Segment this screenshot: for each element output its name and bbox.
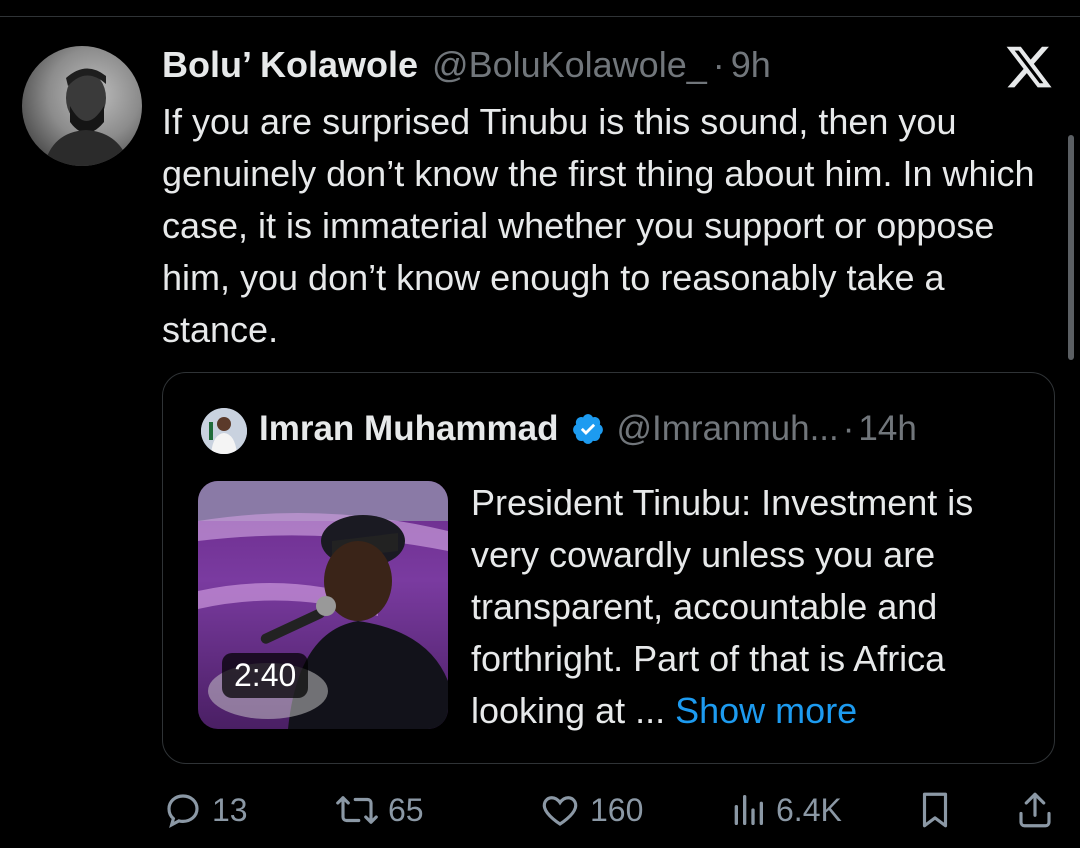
quoted-author-handle[interactable]: @Imranmuh... (617, 409, 839, 449)
repost-icon (336, 796, 378, 824)
separator-dot: · (842, 409, 855, 448)
show-more-link[interactable]: Show more (675, 690, 857, 731)
video-duration: 2:40 (222, 653, 309, 698)
reply-count: 13 (212, 791, 248, 828)
author-avatar[interactable] (22, 46, 142, 166)
like-count: 160 (590, 791, 644, 828)
quoted-tweet-card[interactable]: Imran Muhammad @Imranmuh... · 14h 2:40 P… (162, 372, 1055, 764)
top-divider (0, 16, 1080, 17)
quoted-author-name[interactable]: Imran Muhammad (259, 409, 559, 449)
verified-badge-icon (572, 414, 603, 444)
reply-button[interactable]: 13 (162, 786, 248, 834)
scrollbar[interactable] (1068, 135, 1074, 360)
share-button[interactable] (1014, 786, 1056, 834)
like-icon (542, 796, 578, 826)
x-logo-icon (1006, 46, 1052, 88)
views-icon (734, 795, 763, 825)
bookmark-button[interactable] (914, 786, 956, 834)
quoted-tweet-time[interactable]: 14h (858, 409, 916, 449)
views-count: 6.4K (776, 791, 842, 828)
repost-count: 65 (388, 791, 424, 828)
reply-icon (167, 794, 199, 829)
tweet-time[interactable]: 9h (731, 44, 771, 86)
author-name[interactable]: Bolu’ Kolawole (162, 44, 418, 86)
share-icon (1019, 792, 1051, 828)
tweet-action-bar: 13 65 160 6.4K (162, 786, 1062, 834)
tweet-text: If you are surprised Tinubu is this soun… (162, 101, 1035, 350)
video-thumbnail[interactable]: 2:40 (198, 481, 448, 729)
author-handle[interactable]: @BoluKolawole_ (432, 44, 707, 86)
quoted-tweet-text: President Tinubu: Investment is very cow… (471, 477, 1031, 737)
quoted-author-avatar[interactable] (201, 408, 247, 454)
bookmark-icon (922, 792, 948, 828)
views-button[interactable]: 6.4K (728, 786, 842, 834)
tweet-header: Bolu’ Kolawole @BoluKolawole_ · 9h (162, 44, 771, 88)
like-button[interactable]: 160 (538, 786, 643, 834)
repost-button[interactable]: 65 (334, 786, 424, 834)
separator-dot: · (712, 44, 725, 85)
quoted-tweet-header: Imran Muhammad @Imranmuh... · 14h (259, 409, 917, 449)
